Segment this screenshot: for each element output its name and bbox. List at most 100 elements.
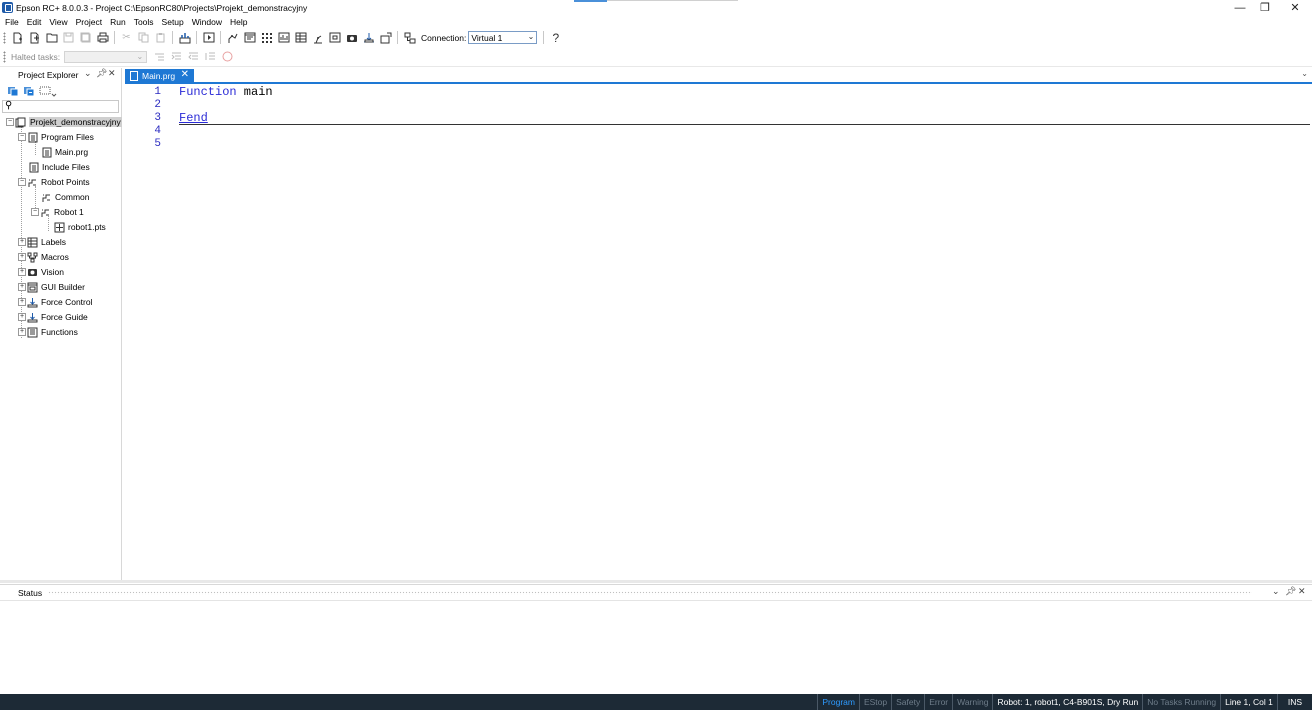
tree-node-program-files[interactable]: − Program Files [18, 130, 94, 144]
expand-toggle-icon[interactable]: + [18, 283, 26, 291]
help-button[interactable]: ? [549, 31, 562, 45]
line-number: 4 [154, 125, 161, 137]
project-explorer-pane: Project Explorer ⌄ 📌︎ ✕ ⚲ − Projekt_demo… [0, 68, 122, 580]
tree-node-robot-points[interactable]: − Robot Points [18, 175, 90, 189]
chevron-down-icon[interactable]: ⌄ [84, 68, 92, 79]
status-output[interactable] [0, 600, 1312, 694]
tree-node-include-files[interactable]: Include Files [28, 160, 90, 174]
tree-node-robot1-pts[interactable]: robot1.pts [54, 220, 106, 234]
tree-node-vision[interactable]: + Vision [18, 265, 64, 279]
expand-toggle-icon[interactable]: + [18, 253, 26, 261]
expand-toggle-icon[interactable]: + [18, 298, 26, 306]
tree-label: Force Control [41, 297, 93, 307]
status-pane: Status ⌄ 📌︎ ✕ [0, 584, 1312, 694]
menu-edit[interactable]: Edit [27, 17, 42, 27]
simulator-icon[interactable] [311, 31, 324, 44]
tree-node-force-guide[interactable]: + Force Guide [18, 310, 88, 324]
close-icon[interactable]: ✕ [1298, 586, 1306, 597]
tree-node-robot1[interactable]: − Robot 1 [31, 205, 84, 219]
drag-handle[interactable] [48, 590, 1252, 595]
paste-icon[interactable] [154, 31, 167, 44]
window-title: Epson RC+ 8.0.0.3 - Project C:\EpsonRC80… [16, 2, 308, 13]
new-project-icon[interactable] [11, 31, 24, 44]
print-icon[interactable] [96, 31, 109, 44]
tab-main-prg[interactable]: Main.prg ✕ [125, 69, 194, 83]
menu-view[interactable]: View [49, 17, 67, 27]
toolbar-grip[interactable] [3, 31, 6, 44]
collapse-all-icon[interactable] [22, 85, 35, 97]
chevron-down-icon[interactable]: ⌄ [1301, 69, 1308, 78]
camera-icon[interactable] [345, 31, 358, 44]
collapse-toggle-icon[interactable]: − [31, 208, 39, 216]
io-monitor-icon[interactable] [260, 31, 273, 44]
menu-file[interactable]: File [5, 17, 19, 27]
explorer-search-input[interactable]: ⚲ [2, 100, 119, 113]
search-icon: ⚲ [5, 100, 13, 111]
pin-icon[interactable]: 📌︎ [96, 68, 107, 79]
command-window-icon[interactable] [243, 31, 256, 44]
menu-tools[interactable]: Tools [134, 17, 154, 27]
connection-select[interactable]: Virtual 1 ⌄ [468, 31, 538, 44]
line-number: 3 [154, 112, 161, 124]
toolbar-grip[interactable] [3, 50, 6, 63]
tree-label: Macros [41, 252, 69, 262]
variables-icon[interactable] [294, 31, 307, 44]
close-window-button[interactable]: ✕ [1280, 0, 1310, 15]
outline-icon[interactable] [153, 50, 166, 63]
expand-toggle-icon[interactable]: + [18, 268, 26, 276]
menu-run[interactable]: Run [110, 17, 126, 27]
collapse-toggle-icon[interactable]: − [18, 133, 26, 141]
save-all-icon[interactable] [79, 31, 92, 44]
expand-toggle-icon[interactable]: + [18, 328, 26, 336]
menu-help[interactable]: Help [230, 17, 247, 27]
collapse-toggle-icon[interactable]: − [18, 178, 26, 186]
menu-window[interactable]: Window [192, 17, 222, 27]
expand-toggle-icon[interactable]: + [18, 313, 26, 321]
status-robot: Robot: 1, robot1, C4-B901S, Dry Run [992, 694, 1142, 710]
build-icon[interactable] [178, 31, 191, 44]
new-file-icon[interactable] [28, 31, 41, 44]
tree-node-project[interactable]: − Projekt_demonstracyjny [6, 115, 122, 129]
close-icon[interactable]: ✕ [108, 68, 116, 79]
pin-icon[interactable]: 📌︎ [1285, 586, 1296, 597]
outdent-icon[interactable] [187, 50, 200, 63]
gui-builder-icon[interactable] [379, 31, 392, 44]
collapse-toggle-icon[interactable]: − [6, 118, 14, 126]
expand-toggle-icon[interactable]: + [18, 238, 26, 246]
open-folder-icon[interactable] [45, 31, 58, 44]
tree-node-main-prg[interactable]: Main.prg [41, 145, 88, 159]
window-tab-divider [607, 0, 738, 1]
points-file-icon [54, 222, 65, 233]
close-tab-icon[interactable]: ✕ [181, 69, 189, 80]
tree-node-labels[interactable]: + Labels [18, 235, 66, 249]
filter-icon[interactable] [38, 85, 58, 97]
task-manager-icon[interactable] [277, 31, 290, 44]
pane-splitter[interactable] [0, 580, 1312, 583]
expand-all-icon[interactable] [6, 85, 19, 97]
save-icon[interactable] [62, 31, 75, 44]
tree-node-common[interactable]: Common [41, 190, 89, 204]
tree-node-functions[interactable]: + Functions [18, 325, 78, 339]
vision-guide-icon[interactable] [328, 31, 341, 44]
tree-node-gui-builder[interactable]: + GUI Builder [18, 280, 85, 294]
force-guide-icon[interactable] [362, 31, 375, 44]
tree-node-macros[interactable]: + Macros [18, 250, 69, 264]
run-window-icon[interactable] [202, 31, 215, 44]
comment-icon[interactable] [204, 50, 217, 63]
restore-button[interactable]: ❐ [1250, 0, 1280, 15]
chevron-down-icon[interactable]: ⌄ [1272, 586, 1280, 597]
copy-icon[interactable] [137, 31, 150, 44]
code-editor[interactable]: 1 Function main 2 3 Fend 4 5 [125, 86, 1312, 580]
cut-icon[interactable]: ✂ [120, 31, 133, 44]
tree-label: Include Files [42, 162, 90, 172]
indent-icon[interactable] [170, 50, 183, 63]
menu-project[interactable]: Project [76, 17, 102, 27]
halted-tasks-select[interactable]: ⌄ [64, 50, 148, 63]
robot-manager-icon[interactable] [226, 31, 239, 44]
toolbar-separator [543, 31, 545, 44]
menu-setup[interactable]: Setup [162, 17, 184, 27]
labels-icon [27, 237, 38, 248]
stop-icon[interactable] [221, 50, 234, 63]
app-icon [2, 2, 13, 13]
tree-node-force-control[interactable]: + Force Control [18, 295, 93, 309]
